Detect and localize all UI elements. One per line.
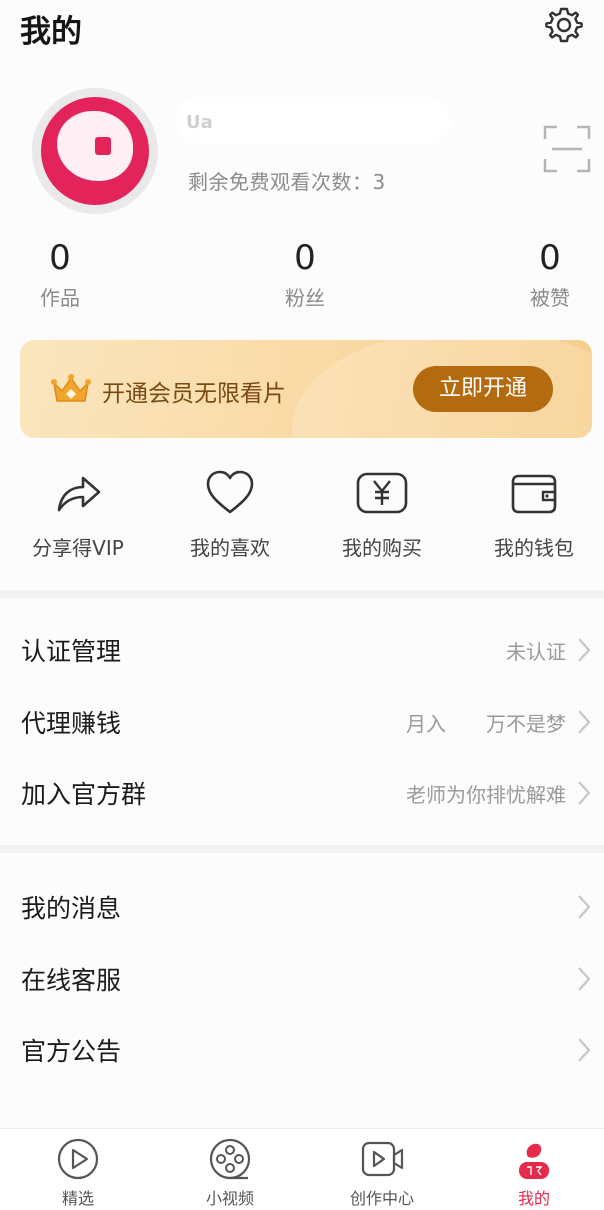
tab-featured[interactable]: 精选 xyxy=(3,1129,153,1210)
menu-item-official-group[interactable]: 加入官方群 老师为你排忧解难 xyxy=(0,757,604,827)
menu-item-label: 在线客服 xyxy=(21,966,122,995)
menu-item-announcements[interactable]: 官方公告 xyxy=(0,1014,604,1084)
menu-item-messages[interactable]: 我的消息 xyxy=(0,871,604,941)
stats-row: 0 作品 0 粉丝 0 被赞 xyxy=(0,236,604,316)
stat-value: 0 xyxy=(294,238,316,278)
vip-banner[interactable]: 开通会员无限看片 立即开通 xyxy=(20,340,592,438)
chevron-right-icon xyxy=(578,638,591,662)
tab-label: 小视频 xyxy=(205,1189,254,1208)
profile-section: Ua 剩余免费观看次数：3 xyxy=(0,88,604,218)
stat-label: 作品 xyxy=(40,286,80,310)
menu-item-agent[interactable]: 代理赚钱 月入 万不是梦 xyxy=(0,686,604,756)
stat-value: 0 xyxy=(539,238,561,278)
stat-label: 粉丝 xyxy=(285,286,325,310)
menu-item-label: 官方公告 xyxy=(21,1037,122,1066)
menu-item-label: 认证管理 xyxy=(21,637,122,666)
stat-fans[interactable]: 0 粉丝 xyxy=(245,236,365,311)
share-icon xyxy=(57,476,101,512)
stat-works[interactable]: 0 作品 xyxy=(0,236,120,311)
chevron-right-icon xyxy=(578,1038,591,1062)
quick-actions: 分享得VIP 我的喜欢 我的购买 我的钱包 xyxy=(0,466,604,576)
quick-label: 我的购买 xyxy=(342,536,422,560)
gear-icon[interactable] xyxy=(544,5,584,45)
wallet-icon xyxy=(511,474,557,514)
menu-item-label: 我的消息 xyxy=(21,894,122,923)
menu-item-verification[interactable]: 认证管理 未认证 xyxy=(0,614,604,684)
section-divider xyxy=(0,845,604,853)
menu-item-customer-service[interactable]: 在线客服 xyxy=(0,943,604,1013)
bottom-tab-bar: 精选 小视频 创作中心 我的 xyxy=(0,1128,604,1210)
menu-item-label: 加入官方群 xyxy=(21,780,147,809)
quick-label: 我的喜欢 xyxy=(190,536,270,560)
section-divider xyxy=(0,590,604,598)
chevron-right-icon xyxy=(578,710,591,734)
scan-icon[interactable] xyxy=(542,124,592,174)
tab-label: 创作中心 xyxy=(349,1189,414,1208)
menu-item-value: 月入 万不是梦 xyxy=(406,712,566,736)
avatar[interactable] xyxy=(32,88,158,214)
chevron-right-icon xyxy=(578,895,591,919)
menu-item-value: 老师为你排忧解难 xyxy=(406,783,566,807)
free-views-count: 剩余免费观看次数：3 xyxy=(188,170,386,194)
quick-label: 分享得VIP xyxy=(32,536,124,560)
vip-subscribe-button[interactable]: 立即开通 xyxy=(413,366,553,412)
stat-value: 0 xyxy=(49,238,71,278)
stat-likes[interactable]: 0 被赞 xyxy=(490,236,604,311)
stat-label: 被赞 xyxy=(530,286,570,310)
vip-promo-text: 开通会员无限看片 xyxy=(102,381,286,407)
tab-label: 我的 xyxy=(517,1189,550,1208)
tab-me[interactable]: 我的 xyxy=(459,1129,604,1210)
chevron-right-icon xyxy=(578,967,591,991)
heart-icon xyxy=(206,470,254,514)
quick-my-likes[interactable]: 我的喜欢 xyxy=(155,466,305,561)
menu-item-value: 未认证 xyxy=(506,640,566,664)
quick-label: 我的钱包 xyxy=(494,536,574,560)
quick-share-vip[interactable]: 分享得VIP xyxy=(3,466,153,561)
menu-item-label: 代理赚钱 xyxy=(21,709,122,738)
quick-my-purchases[interactable]: 我的购买 xyxy=(307,466,457,561)
yen-icon xyxy=(356,472,408,514)
nickname-text: Ua xyxy=(186,112,213,133)
film-reel-icon xyxy=(209,1138,251,1180)
tab-creator-center[interactable]: 创作中心 xyxy=(307,1129,457,1210)
crown-icon xyxy=(51,374,91,402)
tab-label: 精选 xyxy=(61,1189,94,1208)
quick-my-wallet[interactable]: 我的钱包 xyxy=(459,466,604,561)
page-title: 我的 xyxy=(20,14,82,50)
video-camera-icon xyxy=(361,1141,404,1177)
play-circle-icon xyxy=(57,1138,99,1180)
chevron-right-icon xyxy=(578,781,591,805)
profile-icon xyxy=(519,1143,549,1179)
header: 我的 xyxy=(0,0,604,56)
tab-short-video[interactable]: 小视频 xyxy=(155,1129,305,1210)
